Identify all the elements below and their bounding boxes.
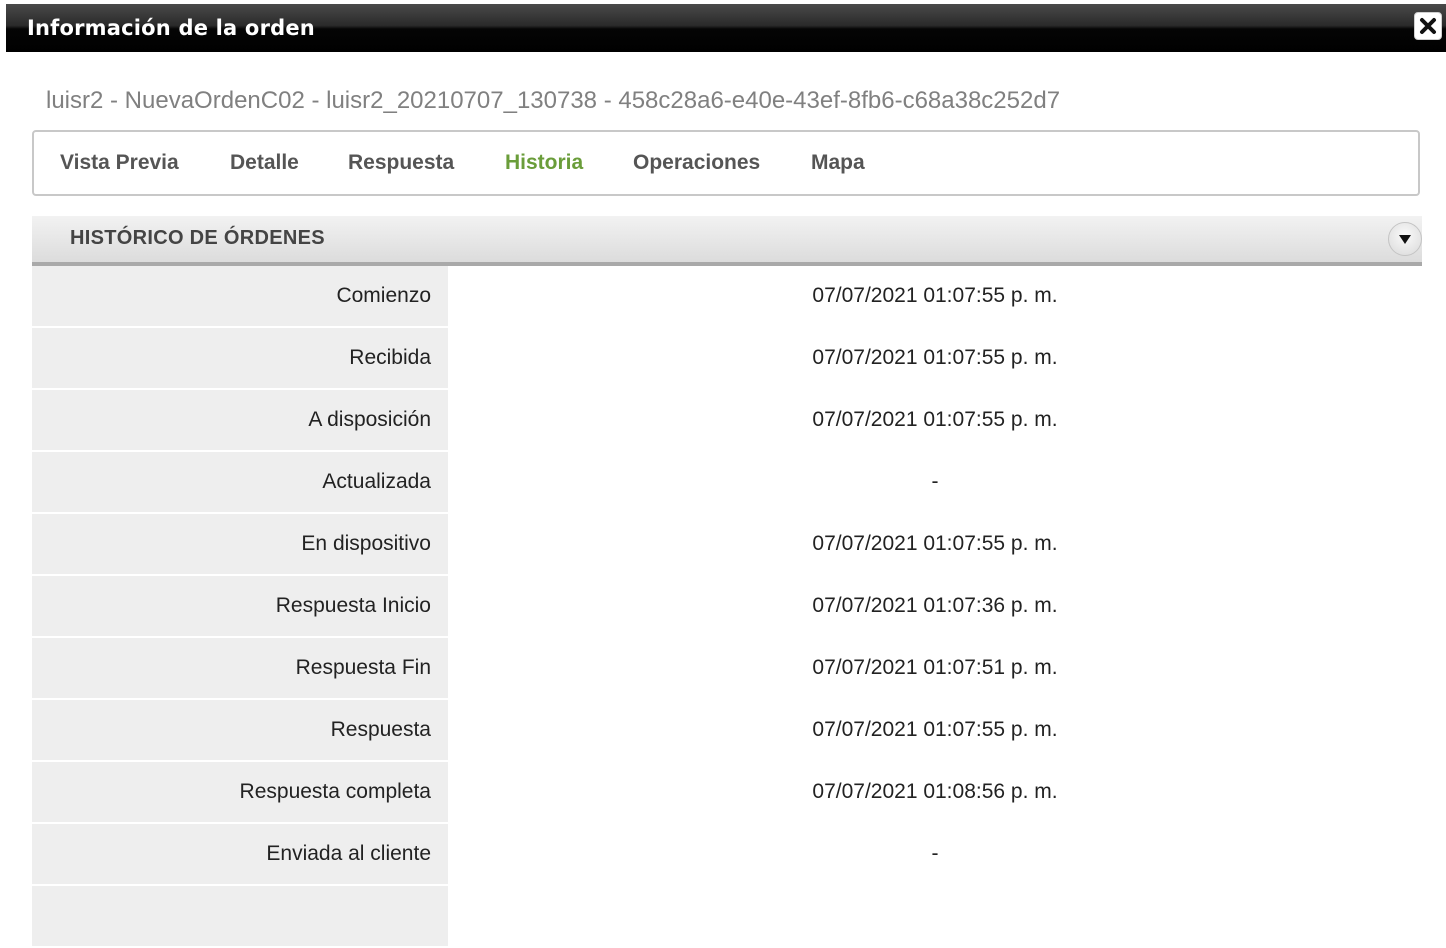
tab-detalle[interactable]: Detalle [230,151,299,175]
row-value: 07/07/2021 01:07:55 p. m. [812,532,1058,555]
table-row: Respuesta 07/07/2021 01:07:55 p. m. [32,700,1422,762]
table-row: En dispositivo 07/07/2021 01:07:55 p. m. [32,514,1422,576]
close-button[interactable] [1414,12,1442,40]
row-value: - [931,842,939,865]
table-row: Actualizada - [32,452,1422,514]
tab-mapa[interactable]: Mapa [811,151,865,175]
row-value: 07/07/2021 01:07:55 p. m. [812,408,1058,431]
row-label: En dispositivo [301,532,431,555]
table-row [32,886,1422,948]
row-label: Comienzo [336,284,431,307]
table-row: A disposición 07/07/2021 01:07:55 p. m. [32,390,1422,452]
row-label: Actualizada [322,470,431,493]
row-value: 07/07/2021 01:07:36 p. m. [812,594,1058,617]
dialog-title: Información de la orden [27,16,315,40]
row-label-cell: Respuesta Inicio [32,576,448,638]
order-info-dialog: Información de la orden luisr2 - NuevaOr… [6,0,1446,948]
row-label: A disposición [308,408,431,431]
dialog-titlebar: Información de la orden [6,4,1446,52]
collapse-button[interactable] [1388,222,1422,256]
tab-respuesta[interactable]: Respuesta [348,151,454,175]
history-table: Comienzo 07/07/2021 01:07:55 p. m. Recib… [32,266,1422,948]
row-label: Respuesta Fin [295,656,431,679]
row-label: Respuesta [330,718,431,741]
row-label: Respuesta completa [239,780,431,803]
history-section-header[interactable]: HISTÓRICO DE ÓRDENES [32,216,1422,266]
tab-historia[interactable]: Historia [505,151,583,175]
row-label-cell [32,886,448,948]
row-value: 07/07/2021 01:07:51 p. m. [812,656,1058,679]
row-label-cell: Respuesta Fin [32,638,448,700]
chevron-down-icon [1399,235,1411,244]
row-label: Respuesta Inicio [275,594,431,617]
row-label: Enviada al cliente [266,842,431,865]
row-value: - [931,470,939,493]
row-label-cell: Actualizada [32,452,448,514]
table-row: Respuesta completa 07/07/2021 01:08:56 p… [32,762,1422,824]
tab-operaciones[interactable]: Operaciones [633,151,760,175]
row-label-cell: A disposición [32,390,448,452]
row-value: 07/07/2021 01:07:55 p. m. [812,284,1058,307]
row-label-cell: Enviada al cliente [32,824,448,886]
order-subtitle: luisr2 - NuevaOrdenC02 - luisr2_20210707… [46,87,1061,114]
table-row: Respuesta Fin 07/07/2021 01:07:51 p. m. [32,638,1422,700]
row-label: Recibida [349,346,431,369]
row-value: 07/07/2021 01:07:55 p. m. [812,718,1058,741]
row-label-cell: Comienzo [32,266,448,328]
row-label-cell: Respuesta [32,700,448,762]
table-row: Enviada al cliente - [32,824,1422,886]
row-value: 07/07/2021 01:07:55 p. m. [812,346,1058,369]
history-section-title: HISTÓRICO DE ÓRDENES [70,227,325,249]
table-row: Comienzo 07/07/2021 01:07:55 p. m. [32,266,1422,328]
tab-bar: Vista Previa Detalle Respuesta Historia … [32,130,1420,196]
row-label-cell: En dispositivo [32,514,448,576]
tab-vista-previa[interactable]: Vista Previa [60,151,179,175]
row-value: 07/07/2021 01:08:56 p. m. [812,780,1058,803]
table-row: Recibida 07/07/2021 01:07:55 p. m. [32,328,1422,390]
row-label-cell: Respuesta completa [32,762,448,824]
table-row: Respuesta Inicio 07/07/2021 01:07:36 p. … [32,576,1422,638]
row-label-cell: Recibida [32,328,448,390]
close-icon [1420,18,1436,34]
